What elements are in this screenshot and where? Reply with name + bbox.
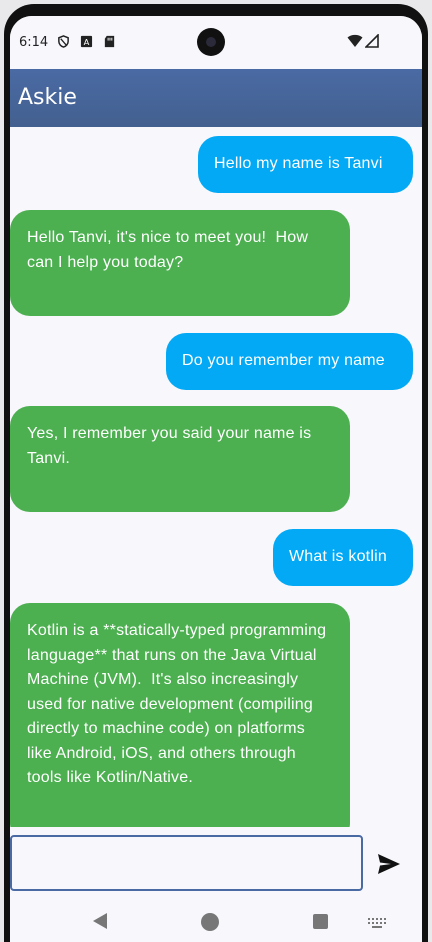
status-bar: 6:14 A [10, 16, 422, 69]
user-message-bubble: What is kotlin [273, 529, 413, 586]
bot-message-bubble: Kotlin is a **statically-typed programmi… [10, 603, 350, 827]
shield-icon [58, 35, 69, 48]
bot-message-bubble: Yes, I remember you said your name is Ta… [10, 406, 350, 512]
message-input[interactable] [10, 835, 363, 891]
keyboard-icon[interactable] [367, 917, 387, 929]
status-icons-right [347, 34, 379, 48]
user-message-bubble: Hello my name is Tanvi [198, 136, 413, 193]
recents-icon[interactable] [313, 914, 328, 929]
bot-message-bubble: Hello Tanvi, it's nice to meet you! How … [10, 210, 350, 316]
chat-list[interactable]: Hello my name is Tanvi Hello Tanvi, it's… [10, 127, 422, 827]
back-icon[interactable] [92, 912, 108, 930]
screen: 6:14 A Askie Hello my name is Tanvi Hell… [10, 16, 422, 942]
send-button[interactable] [372, 847, 406, 881]
send-icon [378, 854, 400, 874]
app-title: Askie [18, 85, 77, 110]
camera-cutout [197, 28, 225, 56]
signal-icon [365, 34, 379, 48]
svg-text:A: A [84, 37, 90, 47]
status-icons-left: A [57, 35, 116, 48]
wifi-icon [347, 34, 363, 47]
navigation-bar [10, 902, 422, 942]
a-box-icon: A [80, 35, 93, 47]
user-message-bubble: Do you remember my name [166, 333, 413, 390]
input-row [10, 827, 422, 902]
phone: 6:14 A Askie Hello my name is Tanvi Hell… [0, 0, 432, 942]
status-time: 6:14 [19, 35, 49, 50]
home-icon[interactable] [201, 913, 219, 931]
sd-card-icon [104, 35, 115, 48]
app-bar: Askie [10, 69, 422, 127]
